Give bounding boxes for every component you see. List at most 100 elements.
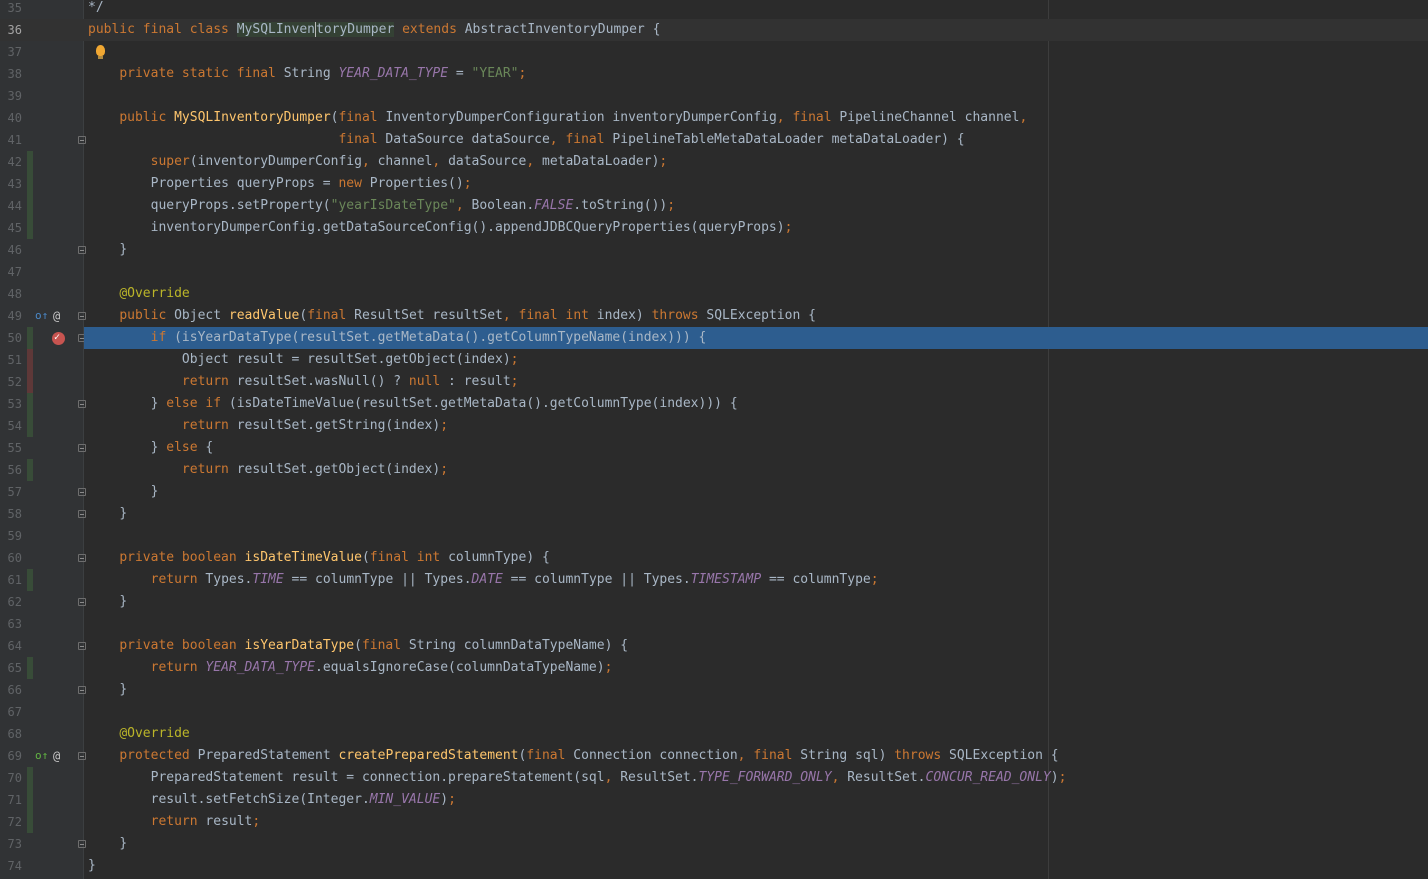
code-text[interactable]: queryProps.setProperty("yearIsDateType",… — [84, 195, 1428, 217]
code-text[interactable] — [84, 701, 1428, 723]
code-line[interactable]: 64 private boolean isYearDataType(final … — [0, 635, 1428, 657]
vcs-deleted-marker[interactable] — [27, 349, 33, 371]
code-line[interactable]: 72 return result; — [0, 811, 1428, 833]
code-line[interactable]: 52 return resultSet.wasNull() ? null : r… — [0, 371, 1428, 393]
vcs-modified-marker[interactable] — [27, 195, 33, 217]
code-line[interactable]: 46 } — [0, 239, 1428, 261]
line-number[interactable]: 41 — [0, 129, 22, 151]
code-text[interactable]: return result; — [84, 811, 1428, 833]
code-line[interactable]: 53 } else if (isDateTimeValue(resultSet.… — [0, 393, 1428, 415]
code-text[interactable]: super(inventoryDumperConfig, channel, da… — [84, 151, 1428, 173]
code-line[interactable]: 71 result.setFetchSize(Integer.MIN_VALUE… — [0, 789, 1428, 811]
vcs-modified-marker[interactable] — [27, 657, 33, 679]
code-line[interactable]: 61 return Types.TIME == columnType || Ty… — [0, 569, 1428, 591]
line-number[interactable]: 64 — [0, 635, 22, 657]
line-number[interactable]: 63 — [0, 613, 22, 635]
code-line[interactable]: 70 PreparedStatement result = connection… — [0, 767, 1428, 789]
overrides-method-icon[interactable]: o↑ — [35, 305, 48, 327]
code-line[interactable]: 36 public final class MySQLInventoryDumpe… — [0, 19, 1428, 41]
line-number[interactable]: 50 — [0, 327, 22, 349]
code-line[interactable]: 63 — [0, 613, 1428, 635]
vcs-modified-marker[interactable] — [27, 811, 33, 833]
code-text[interactable]: PreparedStatement result = connection.pr… — [84, 767, 1428, 789]
line-number[interactable]: 40 — [0, 107, 22, 129]
breakpoint-icon[interactable] — [52, 327, 65, 349]
vcs-modified-marker[interactable] — [27, 459, 33, 481]
code-text[interactable]: return resultSet.wasNull() ? null : resu… — [84, 371, 1428, 393]
code-text[interactable]: @Override — [84, 283, 1428, 305]
code-text[interactable]: private boolean isYearDataType(final Str… — [84, 635, 1428, 657]
line-number[interactable]: 39 — [0, 85, 22, 107]
vcs-modified-marker[interactable] — [27, 327, 33, 349]
line-number[interactable]: 51 — [0, 349, 22, 371]
line-number[interactable]: 42 — [0, 151, 22, 173]
code-text[interactable]: } else if (isDateTimeValue(resultSet.get… — [84, 393, 1428, 415]
line-number[interactable]: 46 — [0, 239, 22, 261]
code-line[interactable]: 66 } — [0, 679, 1428, 701]
line-number[interactable]: 43 — [0, 173, 22, 195]
vcs-deleted-marker[interactable] — [27, 371, 33, 393]
code-text[interactable]: } — [84, 503, 1428, 525]
code-line[interactable]: 60 private boolean isDateTimeValue(final… — [0, 547, 1428, 569]
annotation-icon[interactable]: @ — [53, 305, 60, 327]
code-text[interactable]: if (isYearDataType(resultSet.getMetaData… — [84, 327, 1428, 349]
vcs-modified-marker[interactable] — [27, 569, 33, 591]
code-text[interactable]: } — [84, 833, 1428, 855]
line-number[interactable]: 48 — [0, 283, 22, 305]
code-text[interactable]: result.setFetchSize(Integer.MIN_VALUE); — [84, 789, 1428, 811]
code-line[interactable]: 39 — [0, 85, 1428, 107]
code-text[interactable]: } — [84, 239, 1428, 261]
code-text[interactable]: return YEAR_DATA_TYPE.equalsIgnoreCase(c… — [84, 657, 1428, 679]
annotation-icon[interactable]: @ — [53, 745, 60, 767]
code-line[interactable]: 62 } — [0, 591, 1428, 613]
line-number[interactable]: 59 — [0, 525, 22, 547]
code-editor[interactable]: 35 */ 36 public final class MySQLInventoryD… — [0, 0, 1428, 879]
code-line[interactable]: 58 } — [0, 503, 1428, 525]
code-line[interactable]: 47 — [0, 261, 1428, 283]
code-line[interactable]: 35 */ — [0, 0, 1428, 19]
line-number[interactable]: 60 — [0, 547, 22, 569]
line-number[interactable]: 45 — [0, 217, 22, 239]
line-number[interactable]: 67 — [0, 701, 22, 723]
code-line[interactable]: 73 } — [0, 833, 1428, 855]
line-number[interactable]: 55 — [0, 437, 22, 459]
line-number[interactable]: 61 — [0, 569, 22, 591]
code-text[interactable]: public Object readValue(final ResultSet … — [84, 305, 1428, 327]
line-number[interactable]: 66 — [0, 679, 22, 701]
code-line[interactable]: 41 final DataSource dataSource, final Pi… — [0, 129, 1428, 151]
code-line[interactable]: 74} — [0, 855, 1428, 877]
code-line[interactable]: 44 queryProps.setProperty("yearIsDateTyp… — [0, 195, 1428, 217]
code-text[interactable]: public final class MySQLInventoryDumper … — [84, 19, 1428, 41]
code-text[interactable] — [84, 613, 1428, 635]
vcs-modified-marker[interactable] — [27, 173, 33, 195]
code-line[interactable]: 57 } — [0, 481, 1428, 503]
line-number[interactable]: 35 — [0, 0, 22, 19]
code-line[interactable]: 56 return resultSet.getObject(index); — [0, 459, 1428, 481]
code-line[interactable]: 49 o↑ @ public Object readValue(final Resu… — [0, 305, 1428, 327]
code-text[interactable] — [84, 525, 1428, 547]
vcs-modified-marker[interactable] — [27, 217, 33, 239]
line-number[interactable]: 38 — [0, 63, 22, 85]
code-line[interactable]: 59 — [0, 525, 1428, 547]
code-line[interactable]: 37 — [0, 41, 1428, 63]
vcs-modified-marker[interactable] — [27, 393, 33, 415]
code-text[interactable]: @Override — [84, 723, 1428, 745]
code-text[interactable]: return resultSet.getString(index); — [84, 415, 1428, 437]
code-line[interactable]: 68 @Override — [0, 723, 1428, 745]
line-number[interactable]: 65 — [0, 657, 22, 679]
line-number[interactable]: 58 — [0, 503, 22, 525]
code-text[interactable]: Properties queryProps = new Properties()… — [84, 173, 1428, 195]
line-number[interactable]: 56 — [0, 459, 22, 481]
vcs-modified-marker[interactable] — [27, 415, 33, 437]
code-line[interactable]: 38 private static final String YEAR_DATA… — [0, 63, 1428, 85]
code-text[interactable]: } — [84, 591, 1428, 613]
line-number[interactable]: 71 — [0, 789, 22, 811]
code-text[interactable] — [84, 261, 1428, 283]
vcs-modified-marker[interactable] — [27, 789, 33, 811]
code-text[interactable]: private boolean isDateTimeValue(final in… — [84, 547, 1428, 569]
vcs-modified-marker[interactable] — [27, 151, 33, 173]
code-text[interactable]: } else { — [84, 437, 1428, 459]
code-line[interactable]: 51 Object result = resultSet.getObject(i… — [0, 349, 1428, 371]
code-line[interactable]: 48 @Override — [0, 283, 1428, 305]
line-number[interactable]: 37 — [0, 41, 22, 63]
